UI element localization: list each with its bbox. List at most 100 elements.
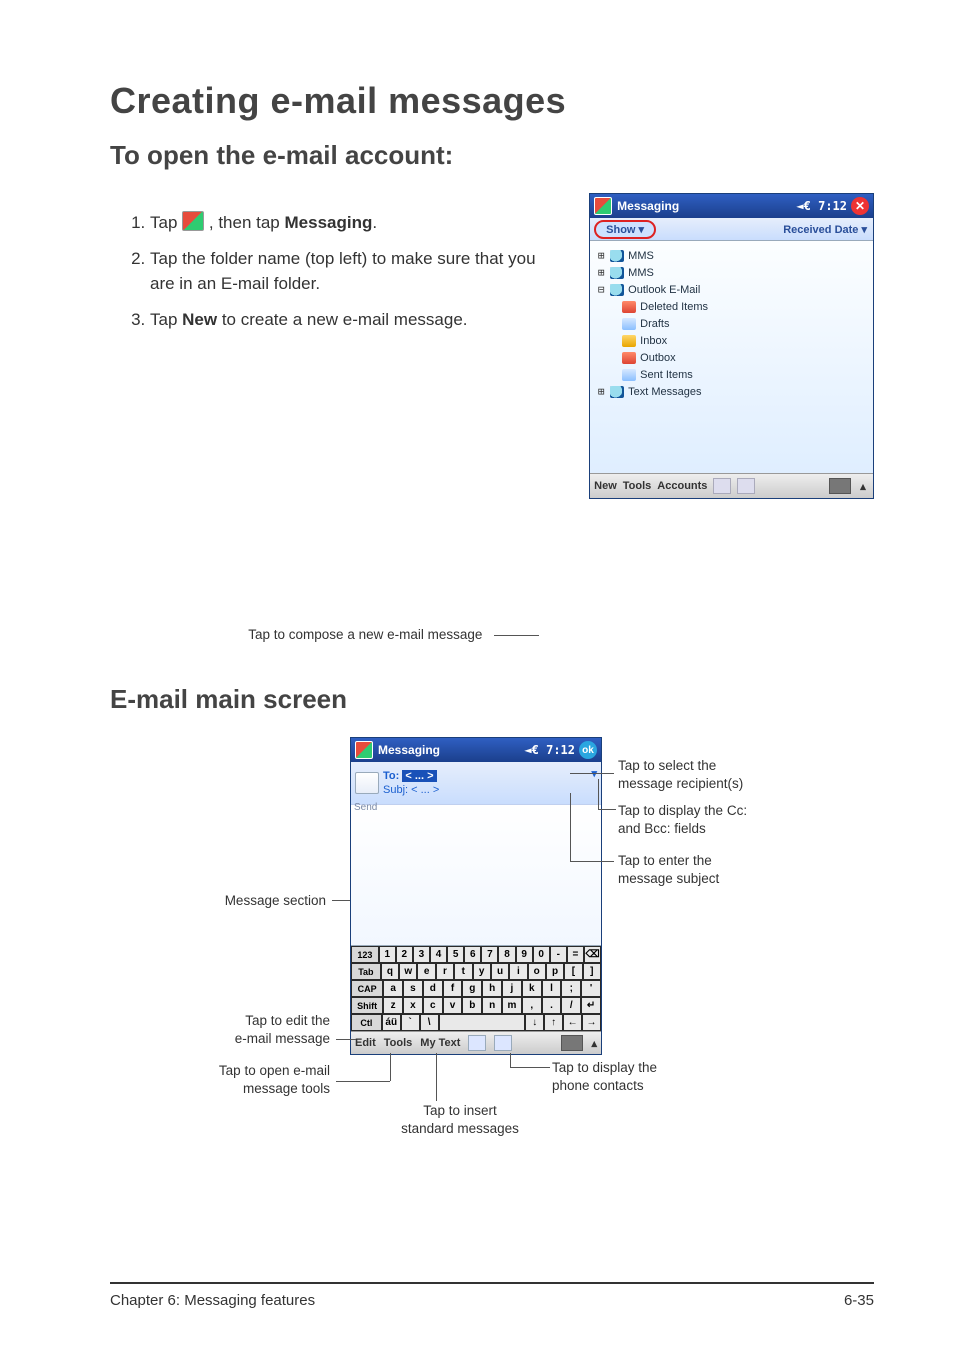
keyboard-key[interactable]: 8 xyxy=(498,946,515,963)
tree-item-inbox[interactable]: Inbox xyxy=(596,332,867,349)
keyboard-key[interactable]: 123 xyxy=(351,946,379,963)
keyboard-key[interactable]: ↵ xyxy=(581,997,601,1014)
toolbar-icon[interactable] xyxy=(713,478,731,494)
keyboard-key[interactable]: ← xyxy=(563,1014,582,1031)
keyboard-key[interactable]: t xyxy=(454,963,472,980)
bottom-toolbar: New Tools Accounts ▴ xyxy=(590,473,873,498)
keyboard-key[interactable]: 5 xyxy=(447,946,464,963)
keyboard-key[interactable]: s xyxy=(403,980,423,997)
keyboard-key[interactable]: ↑ xyxy=(544,1014,563,1031)
toolbar-icon[interactable] xyxy=(494,1035,512,1051)
keyboard-key[interactable]: - xyxy=(550,946,567,963)
keyboard-key[interactable] xyxy=(439,1014,526,1031)
keyboard-key[interactable]: b xyxy=(462,997,482,1014)
keyboard-key[interactable]: ] xyxy=(583,963,601,980)
keyboard-key[interactable]: ⌫ xyxy=(584,946,601,963)
sort-received-date[interactable]: Received Date ▾ xyxy=(783,223,867,236)
tools-menu[interactable]: Tools xyxy=(623,480,652,492)
tree-item-sent[interactable]: Sent Items xyxy=(596,366,867,383)
keyboard-key[interactable]: w xyxy=(399,963,417,980)
close-icon[interactable]: ✕ xyxy=(851,197,869,215)
tree-label: Drafts xyxy=(640,318,669,330)
world-icon xyxy=(610,284,624,296)
ok-button[interactable]: ok xyxy=(579,741,597,759)
keyboard-key[interactable]: , xyxy=(522,997,542,1014)
keyboard-key[interactable]: d xyxy=(423,980,443,997)
keyboard-key[interactable]: q xyxy=(381,963,399,980)
world-icon xyxy=(610,267,624,279)
keyboard-key[interactable]: → xyxy=(582,1014,601,1031)
to-field[interactable]: To: < ... > xyxy=(383,770,439,782)
keyboard-key[interactable]: = xyxy=(567,946,584,963)
keyboard-key[interactable]: 3 xyxy=(413,946,430,963)
tree-item-outbox[interactable]: Outbox xyxy=(596,349,867,366)
subject-field[interactable]: Subj: < ... > xyxy=(383,784,439,796)
keyboard-key[interactable]: 1 xyxy=(379,946,396,963)
keyboard-key[interactable]: / xyxy=(561,997,581,1014)
keyboard-key[interactable]: i xyxy=(509,963,527,980)
keyboard-key[interactable]: Ctl xyxy=(351,1014,382,1031)
keyboard-key[interactable]: ' xyxy=(581,980,601,997)
keyboard-key[interactable]: ↓ xyxy=(525,1014,544,1031)
expand-up-icon[interactable]: ▴ xyxy=(857,480,869,493)
onscreen-keyboard[interactable]: 1231234567890-=⌫ Tabqwertyuiop[] CAPasdf… xyxy=(351,946,601,1031)
keyboard-key[interactable]: 6 xyxy=(464,946,481,963)
keyboard-key[interactable]: c xyxy=(423,997,443,1014)
new-button[interactable]: New xyxy=(594,480,617,492)
keyboard-key[interactable]: y xyxy=(473,963,491,980)
keyboard-key[interactable]: r xyxy=(436,963,454,980)
my-text-menu[interactable]: My Text xyxy=(420,1037,460,1049)
keyboard-key[interactable]: k xyxy=(522,980,542,997)
keyboard-key[interactable]: e xyxy=(417,963,435,980)
tree-item-outlook[interactable]: ⊟Outlook E-Mail xyxy=(596,281,867,298)
keyboard-key[interactable]: 2 xyxy=(396,946,413,963)
keyboard-key[interactable]: CAP xyxy=(351,980,383,997)
keyboard-key[interactable]: g xyxy=(462,980,482,997)
keyboard-key[interactable]: \ xyxy=(420,1014,439,1031)
keyboard-key[interactable]: v xyxy=(443,997,463,1014)
expand-up-icon[interactable]: ▴ xyxy=(591,1037,597,1050)
keyboard-key[interactable]: ; xyxy=(561,980,581,997)
tree-item-drafts[interactable]: Drafts xyxy=(596,315,867,332)
send-envelope-icon[interactable] xyxy=(355,772,379,794)
keyboard-key[interactable]: j xyxy=(502,980,522,997)
keyboard-key[interactable]: [ xyxy=(564,963,582,980)
ann-insert-standard: Tap to insert standard messages xyxy=(390,1102,530,1138)
tree-item-deleted[interactable]: Deleted Items xyxy=(596,298,867,315)
keyboard-key[interactable]: l xyxy=(542,980,562,997)
keyboard-key[interactable]: z xyxy=(383,997,403,1014)
keyboard-key[interactable]: o xyxy=(528,963,546,980)
keyboard-key[interactable]: p xyxy=(546,963,564,980)
keyboard-key[interactable]: m xyxy=(502,997,522,1014)
tools-menu[interactable]: Tools xyxy=(384,1037,413,1049)
show-folder-dropdown[interactable]: Show ▾ xyxy=(594,220,656,239)
keyboard-key[interactable]: 0 xyxy=(533,946,550,963)
keyboard-key[interactable]: ` xyxy=(401,1014,420,1031)
keyboard-icon[interactable] xyxy=(829,478,851,494)
keyboard-key[interactable]: h xyxy=(482,980,502,997)
keyboard-key[interactable]: 7 xyxy=(481,946,498,963)
keyboard-key[interactable]: a xyxy=(383,980,403,997)
toolbar-icon[interactable] xyxy=(737,478,755,494)
contacts-icon[interactable] xyxy=(468,1035,486,1051)
tree-item-text-messages[interactable]: ⊞Text Messages xyxy=(596,383,867,400)
connector-line-icon xyxy=(390,1053,391,1081)
accounts-menu[interactable]: Accounts xyxy=(657,480,707,492)
keyboard-key[interactable]: áü xyxy=(382,1014,401,1031)
keyboard-key[interactable]: f xyxy=(443,980,463,997)
keyboard-key[interactable]: . xyxy=(542,997,562,1014)
keyboard-key[interactable]: Shift xyxy=(351,997,383,1014)
keyboard-key[interactable]: 4 xyxy=(430,946,447,963)
step-1-bold: Messaging xyxy=(285,213,373,232)
keyboard-key[interactable]: x xyxy=(403,997,423,1014)
keyboard-key[interactable]: 9 xyxy=(516,946,533,963)
message-body-area[interactable] xyxy=(351,804,601,946)
keyboard-key[interactable]: u xyxy=(491,963,509,980)
tree-label: Outbox xyxy=(640,352,675,364)
keyboard-icon[interactable] xyxy=(561,1035,583,1051)
tree-item-mms[interactable]: ⊞MMS xyxy=(596,247,867,264)
keyboard-key[interactable]: n xyxy=(482,997,502,1014)
edit-menu[interactable]: Edit xyxy=(355,1037,376,1049)
keyboard-key[interactable]: Tab xyxy=(351,963,381,980)
tree-item-mms2[interactable]: ⊞MMS xyxy=(596,264,867,281)
